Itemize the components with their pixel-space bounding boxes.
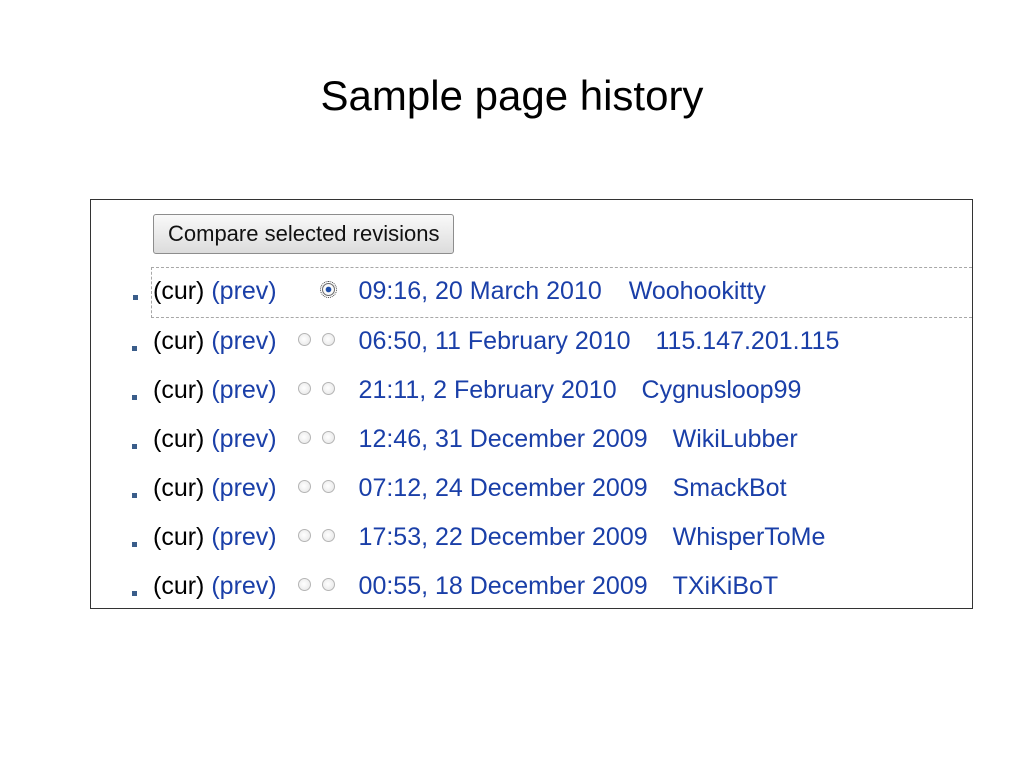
revision-row: (cur) (prev) 09:16, 20 March 2010 Woohoo… xyxy=(133,267,972,318)
revision-list: (cur) (prev) 09:16, 20 March 2010 Woohoo… xyxy=(91,267,972,608)
cur-link[interactable]: (cur) xyxy=(153,523,204,551)
revision-radio-group xyxy=(284,332,346,352)
cur-link: (cur) xyxy=(153,277,205,305)
bullet-icon xyxy=(132,346,137,351)
cur-link[interactable]: (cur) xyxy=(153,572,204,600)
revision-user-link[interactable]: WikiLubber xyxy=(673,425,798,453)
revision-date-link[interactable]: 17:53, 22 December 2009 xyxy=(359,523,648,551)
revision-row: (cur) (prev) 00:55, 18 December 2009 TXi… xyxy=(91,563,972,608)
compare-revisions-button[interactable]: Compare selected revisions xyxy=(153,214,455,254)
revision-radio-from[interactable] xyxy=(297,578,311,592)
revision-user-link[interactable]: 115.147.201.115 xyxy=(655,327,839,355)
revision-date-link[interactable]: 21:11, 2 February 2010 xyxy=(359,376,617,404)
page-title: Sample page history xyxy=(320,72,704,119)
revision-user-link[interactable]: WhisperToMe xyxy=(673,523,826,551)
revision-radio-to[interactable] xyxy=(321,382,335,396)
revision-radio-to[interactable] xyxy=(321,578,335,592)
bullet-icon xyxy=(133,295,138,300)
revision-radio-group xyxy=(284,430,346,450)
revision-row: (cur) (prev) 21:11, 2 February 2010 Cygn… xyxy=(91,367,972,416)
revision-date-link[interactable]: 12:46, 31 December 2009 xyxy=(359,425,648,453)
revision-radio-to[interactable] xyxy=(319,281,337,299)
revision-user-link[interactable]: TXiKiBoT xyxy=(673,572,779,600)
revision-radio-from[interactable] xyxy=(297,333,311,347)
revision-radio-from[interactable] xyxy=(297,382,311,396)
prev-link[interactable]: (prev) xyxy=(211,474,276,502)
prev-link[interactable]: (prev) xyxy=(211,572,276,600)
revision-radio-from[interactable] xyxy=(297,431,311,445)
revision-radio-to[interactable] xyxy=(321,431,335,445)
revision-radio-group xyxy=(284,528,346,548)
revision-radio-group xyxy=(284,577,346,597)
revision-date-link[interactable]: 09:16, 20 March 2010 xyxy=(359,277,602,305)
revision-radio-group xyxy=(284,381,346,401)
revision-date-link[interactable]: 06:50, 11 February 2010 xyxy=(359,327,631,355)
bullet-icon xyxy=(132,493,137,498)
cur-link[interactable]: (cur) xyxy=(153,327,204,355)
revision-row: (cur) (prev) 07:12, 24 December 2009 Sma… xyxy=(91,465,972,514)
revision-date-link[interactable]: 07:12, 24 December 2009 xyxy=(359,474,648,502)
bullet-icon xyxy=(132,542,137,547)
prev-link[interactable]: (prev) xyxy=(211,327,276,355)
bullet-icon xyxy=(132,591,137,596)
revision-radio-to[interactable] xyxy=(321,529,335,543)
revision-radio-group xyxy=(284,479,346,499)
revision-radio-to[interactable] xyxy=(321,480,335,494)
cur-link[interactable]: (cur) xyxy=(153,474,204,502)
revision-radio-to[interactable] xyxy=(321,333,335,347)
cur-link[interactable]: (cur) xyxy=(153,376,204,404)
revision-date-link[interactable]: 00:55, 18 December 2009 xyxy=(359,572,648,600)
revision-radio-from[interactable] xyxy=(297,529,311,543)
revision-user-link[interactable]: Cygnusloop99 xyxy=(642,376,802,404)
revision-user-link[interactable]: Woohookitty xyxy=(629,277,766,305)
cur-link[interactable]: (cur) xyxy=(153,425,204,453)
revision-row: (cur) (prev) 17:53, 22 December 2009 Whi… xyxy=(91,514,972,563)
prev-link[interactable]: (prev) xyxy=(211,425,276,453)
prev-link[interactable]: (prev) xyxy=(211,523,276,551)
revision-user-link[interactable]: SmackBot xyxy=(673,474,787,502)
revision-row: (cur) (prev) 06:50, 11 February 2010 115… xyxy=(91,318,972,367)
revision-radio-from[interactable] xyxy=(297,480,311,494)
revision-radio-group xyxy=(284,281,346,302)
revision-row: (cur) (prev) 12:46, 31 December 2009 Wik… xyxy=(91,416,972,465)
bullet-icon xyxy=(132,444,137,449)
history-panel: Compare selected revisions (cur) (prev) … xyxy=(90,199,973,609)
bullet-icon xyxy=(132,395,137,400)
prev-link[interactable]: (prev) xyxy=(211,376,276,404)
prev-link[interactable]: (prev) xyxy=(211,277,276,305)
